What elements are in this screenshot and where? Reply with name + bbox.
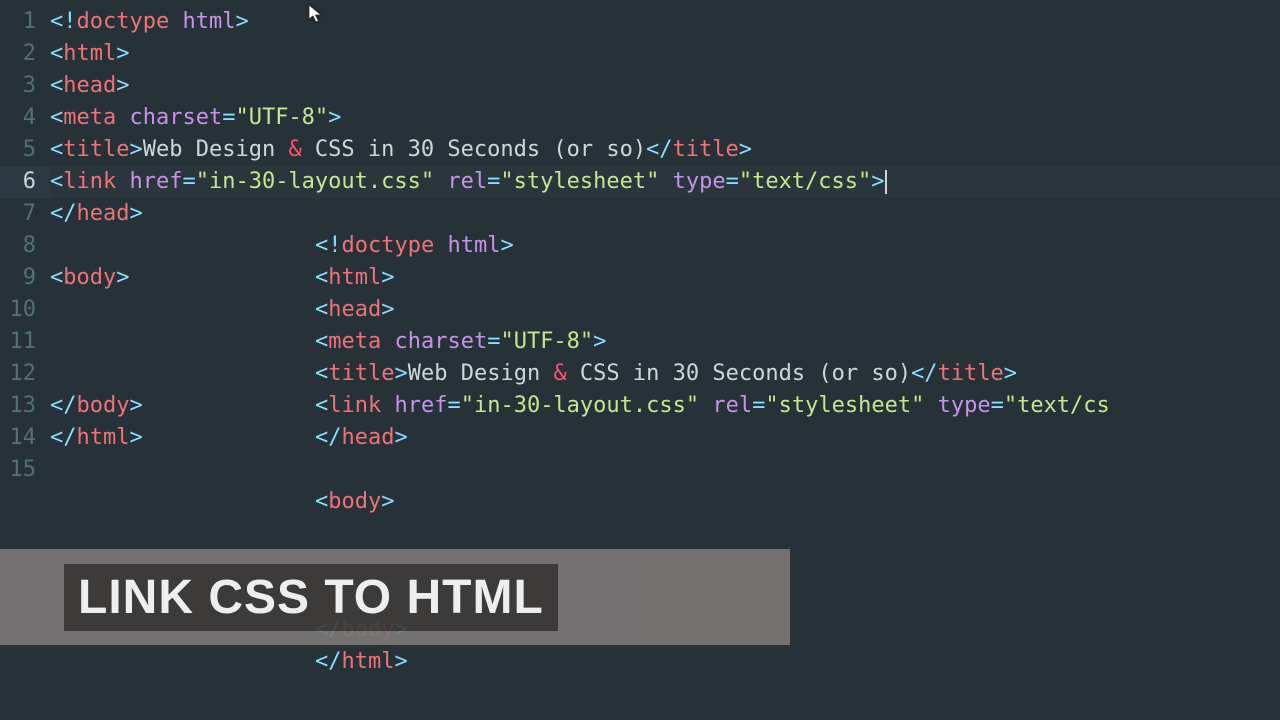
- preview-code-line: <head>: [315, 294, 1110, 326]
- line-number: 15: [0, 454, 50, 486]
- line-number: 6: [0, 166, 50, 198]
- preview-code-line: </html>: [315, 646, 1110, 678]
- code-line[interactable]: <!doctype html>: [50, 6, 1280, 38]
- preview-code-line: <meta charset="UTF-8">: [315, 326, 1110, 358]
- line-number: 10: [0, 294, 50, 326]
- preview-code-line: <title>Web Design & CSS in 30 Seconds (o…: [315, 358, 1110, 390]
- line-number: 8: [0, 230, 50, 262]
- preview-code-line: </head>: [315, 422, 1110, 454]
- line-number: 11: [0, 326, 50, 358]
- code-line[interactable]: </head>: [50, 198, 1280, 230]
- preview-code-line: <!doctype html>: [315, 230, 1110, 262]
- preview-code-line: [315, 454, 1110, 486]
- line-number: 2: [0, 38, 50, 70]
- line-number: 12: [0, 358, 50, 390]
- line-number: 1: [0, 6, 50, 38]
- preview-code-line: <link href="in-30-layout.css" rel="style…: [315, 390, 1110, 422]
- preview-code-line: <body>: [315, 486, 1110, 518]
- code-line[interactable]: <link href="in-30-layout.css" rel="style…: [50, 166, 1280, 198]
- line-number: 7: [0, 198, 50, 230]
- line-number: 3: [0, 70, 50, 102]
- code-line[interactable]: <title>Web Design & CSS in 30 Seconds (o…: [50, 134, 1280, 166]
- code-line[interactable]: <html>: [50, 38, 1280, 70]
- cursor-pointer-icon: [308, 4, 326, 26]
- line-number: 14: [0, 422, 50, 454]
- line-number: 9: [0, 262, 50, 294]
- banner-text: LINK CSS TO HTML: [78, 571, 544, 624]
- code-line[interactable]: <meta charset="UTF-8">: [50, 102, 1280, 134]
- code-line[interactable]: <head>: [50, 70, 1280, 102]
- line-number: 13: [0, 390, 50, 422]
- title-banner-inner: LINK CSS TO HTML: [64, 564, 558, 631]
- preview-code-line: [315, 518, 1110, 550]
- title-banner: LINK CSS TO HTML: [0, 549, 790, 645]
- text-cursor: [885, 170, 887, 194]
- preview-code-line: <html>: [315, 262, 1110, 294]
- line-number: 4: [0, 102, 50, 134]
- line-number: 5: [0, 134, 50, 166]
